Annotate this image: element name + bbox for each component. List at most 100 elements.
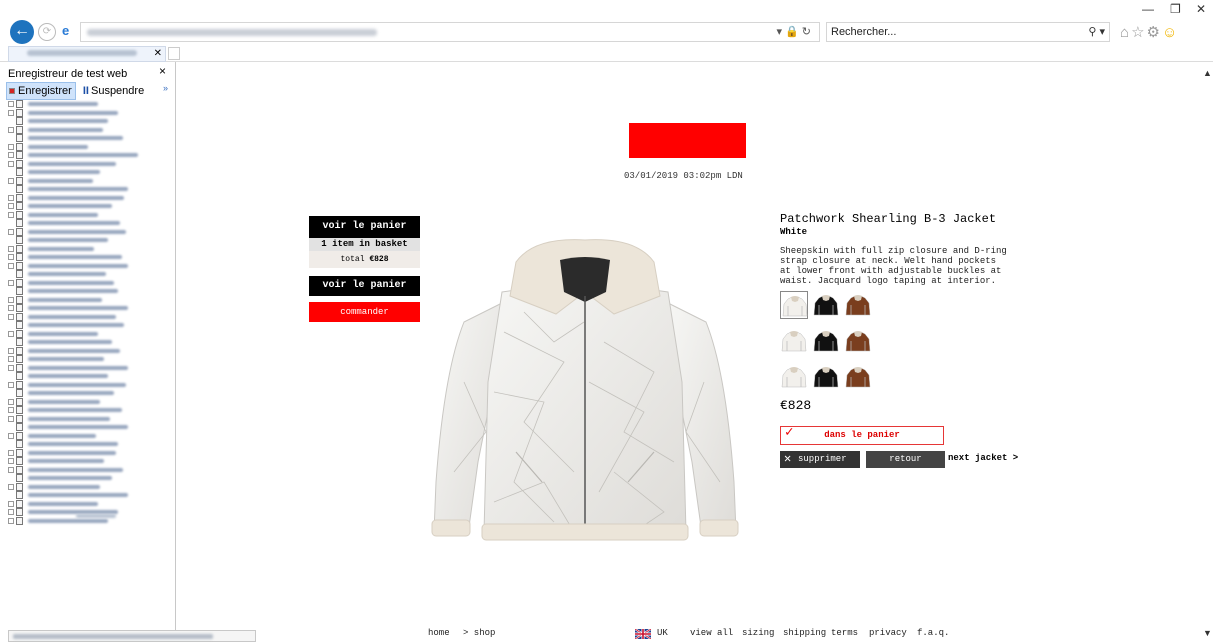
- site-logo[interactable]: [629, 123, 746, 158]
- color-swatch[interactable]: [812, 327, 840, 355]
- tree-row[interactable]: [8, 457, 174, 466]
- tree-row[interactable]: [8, 414, 174, 424]
- color-swatch[interactable]: [812, 363, 840, 391]
- tree-row[interactable]: [8, 227, 174, 237]
- tree-expand-icon[interactable]: [8, 203, 14, 209]
- tree-row[interactable]: [8, 372, 174, 381]
- restore-icon[interactable]: ❐: [1170, 2, 1181, 16]
- tree-row[interactable]: [8, 491, 174, 500]
- tree-row[interactable]: [8, 355, 174, 364]
- address-bar[interactable]: ▾ 🔒 ↻: [80, 22, 820, 42]
- close-window-icon[interactable]: ✕: [1196, 2, 1206, 16]
- color-swatch[interactable]: [780, 327, 808, 355]
- tree-row[interactable]: [8, 168, 174, 177]
- tree-expand-icon[interactable]: [8, 143, 14, 150]
- tree-expand-icon[interactable]: [8, 517, 14, 524]
- tree-row[interactable]: [8, 440, 174, 449]
- tree-row[interactable]: [8, 389, 174, 398]
- refresh-icon[interactable]: ⟳: [38, 23, 56, 41]
- tree-expand-icon[interactable]: [8, 296, 14, 303]
- footer-shop-link[interactable]: > shop: [463, 628, 495, 638]
- tree-expand-icon[interactable]: [8, 228, 14, 235]
- tree-row[interactable]: [8, 134, 174, 143]
- footer-view-all-link[interactable]: view all: [690, 628, 733, 638]
- tree-expand-icon[interactable]: [8, 356, 14, 362]
- in-cart-button[interactable]: ✓ dans le panier: [780, 425, 944, 445]
- tree-row[interactable]: [8, 499, 174, 509]
- tree-row[interactable]: [8, 397, 174, 407]
- tree-row[interactable]: [8, 219, 174, 228]
- tree-row[interactable]: [8, 202, 174, 211]
- tree-row[interactable]: [8, 185, 174, 194]
- pause-button[interactable]: II Suspendre: [83, 83, 144, 99]
- tree-row[interactable]: [8, 380, 174, 390]
- footer-sizing-link[interactable]: sizing: [742, 628, 774, 638]
- tree-expand-icon[interactable]: [8, 415, 14, 422]
- tree-expand-icon[interactable]: [8, 109, 14, 116]
- panel-close-icon[interactable]: ×: [159, 64, 166, 78]
- tree-row[interactable]: [8, 482, 174, 492]
- minimize-icon[interactable]: —: [1142, 2, 1154, 16]
- gear-icon[interactable]: ⚙: [1147, 24, 1162, 41]
- tab-active[interactable]: ✕: [8, 46, 166, 62]
- color-swatch[interactable]: [844, 327, 872, 355]
- uk-flag-icon[interactable]: [635, 629, 651, 639]
- footer-home-link[interactable]: home: [428, 628, 450, 638]
- tree-row[interactable]: [8, 159, 174, 169]
- tree-expand-icon[interactable]: [8, 432, 14, 439]
- scroll-up-icon[interactable]: ▲: [1203, 68, 1212, 78]
- back-arrow-icon[interactable]: ←: [10, 20, 34, 44]
- color-swatch[interactable]: [844, 363, 872, 391]
- tree-expand-icon[interactable]: [8, 254, 14, 260]
- tree-row[interactable]: [8, 338, 174, 347]
- tree-row[interactable]: [8, 278, 174, 288]
- tree-row[interactable]: [8, 346, 174, 356]
- footer-shipping-link[interactable]: shipping: [783, 628, 826, 638]
- tree-row[interactable]: [8, 151, 174, 160]
- tree-expand-icon[interactable]: [8, 483, 14, 490]
- tree-expand-icon[interactable]: [8, 458, 14, 464]
- checkout-button[interactable]: commander: [309, 302, 420, 322]
- tree-row[interactable]: [8, 406, 174, 415]
- tree-row[interactable]: [8, 363, 174, 373]
- tree-expand-icon[interactable]: [8, 211, 14, 218]
- tree-row[interactable]: [8, 253, 174, 262]
- tree-expand-icon[interactable]: [8, 245, 14, 252]
- tree-row[interactable]: [8, 287, 174, 296]
- tree-expand-icon[interactable]: [8, 305, 14, 311]
- tree-expand-icon[interactable]: [8, 364, 14, 371]
- scroll-down-icon[interactable]: ▼: [1203, 628, 1212, 638]
- tree-row[interactable]: [8, 176, 174, 186]
- tree-expand-icon[interactable]: [8, 262, 14, 269]
- new-tab-icon[interactable]: [168, 47, 180, 60]
- tree-row[interactable]: [8, 474, 174, 483]
- footer-privacy-link[interactable]: privacy: [869, 628, 907, 638]
- tree-expand-icon[interactable]: [8, 152, 14, 158]
- search-icon[interactable]: ⚲ ▾: [1088, 23, 1105, 41]
- tree-expand-icon[interactable]: [8, 407, 14, 413]
- tree-row[interactable]: [8, 108, 174, 118]
- tree-row[interactable]: [8, 236, 174, 245]
- tree-row[interactable]: [8, 117, 174, 126]
- tree-expand-icon[interactable]: [8, 466, 14, 473]
- tree-expand-icon[interactable]: [8, 194, 14, 201]
- color-swatch[interactable]: [780, 363, 808, 391]
- tree-expand-icon[interactable]: [8, 313, 14, 320]
- tree-row[interactable]: [8, 100, 174, 109]
- color-swatch[interactable]: [780, 291, 808, 319]
- tree-row[interactable]: [8, 270, 174, 279]
- home-icon[interactable]: ⌂: [1120, 24, 1131, 41]
- tree-expand-icon[interactable]: [8, 330, 14, 337]
- product-image[interactable]: [424, 232, 746, 552]
- tree-row[interactable]: [8, 448, 174, 458]
- tree-expand-icon[interactable]: [8, 177, 14, 184]
- more-icon[interactable]: »: [163, 80, 168, 96]
- tree-expand-icon[interactable]: [8, 160, 14, 167]
- tree-row[interactable]: [8, 125, 174, 135]
- tree-row[interactable]: [8, 295, 174, 305]
- tab-close-icon[interactable]: ✕: [154, 47, 162, 61]
- smiley-icon[interactable]: ☺: [1162, 24, 1179, 41]
- tree-expand-icon[interactable]: [8, 347, 14, 354]
- next-jacket-link[interactable]: next jacket >: [948, 453, 1018, 463]
- tree-row[interactable]: [8, 304, 174, 313]
